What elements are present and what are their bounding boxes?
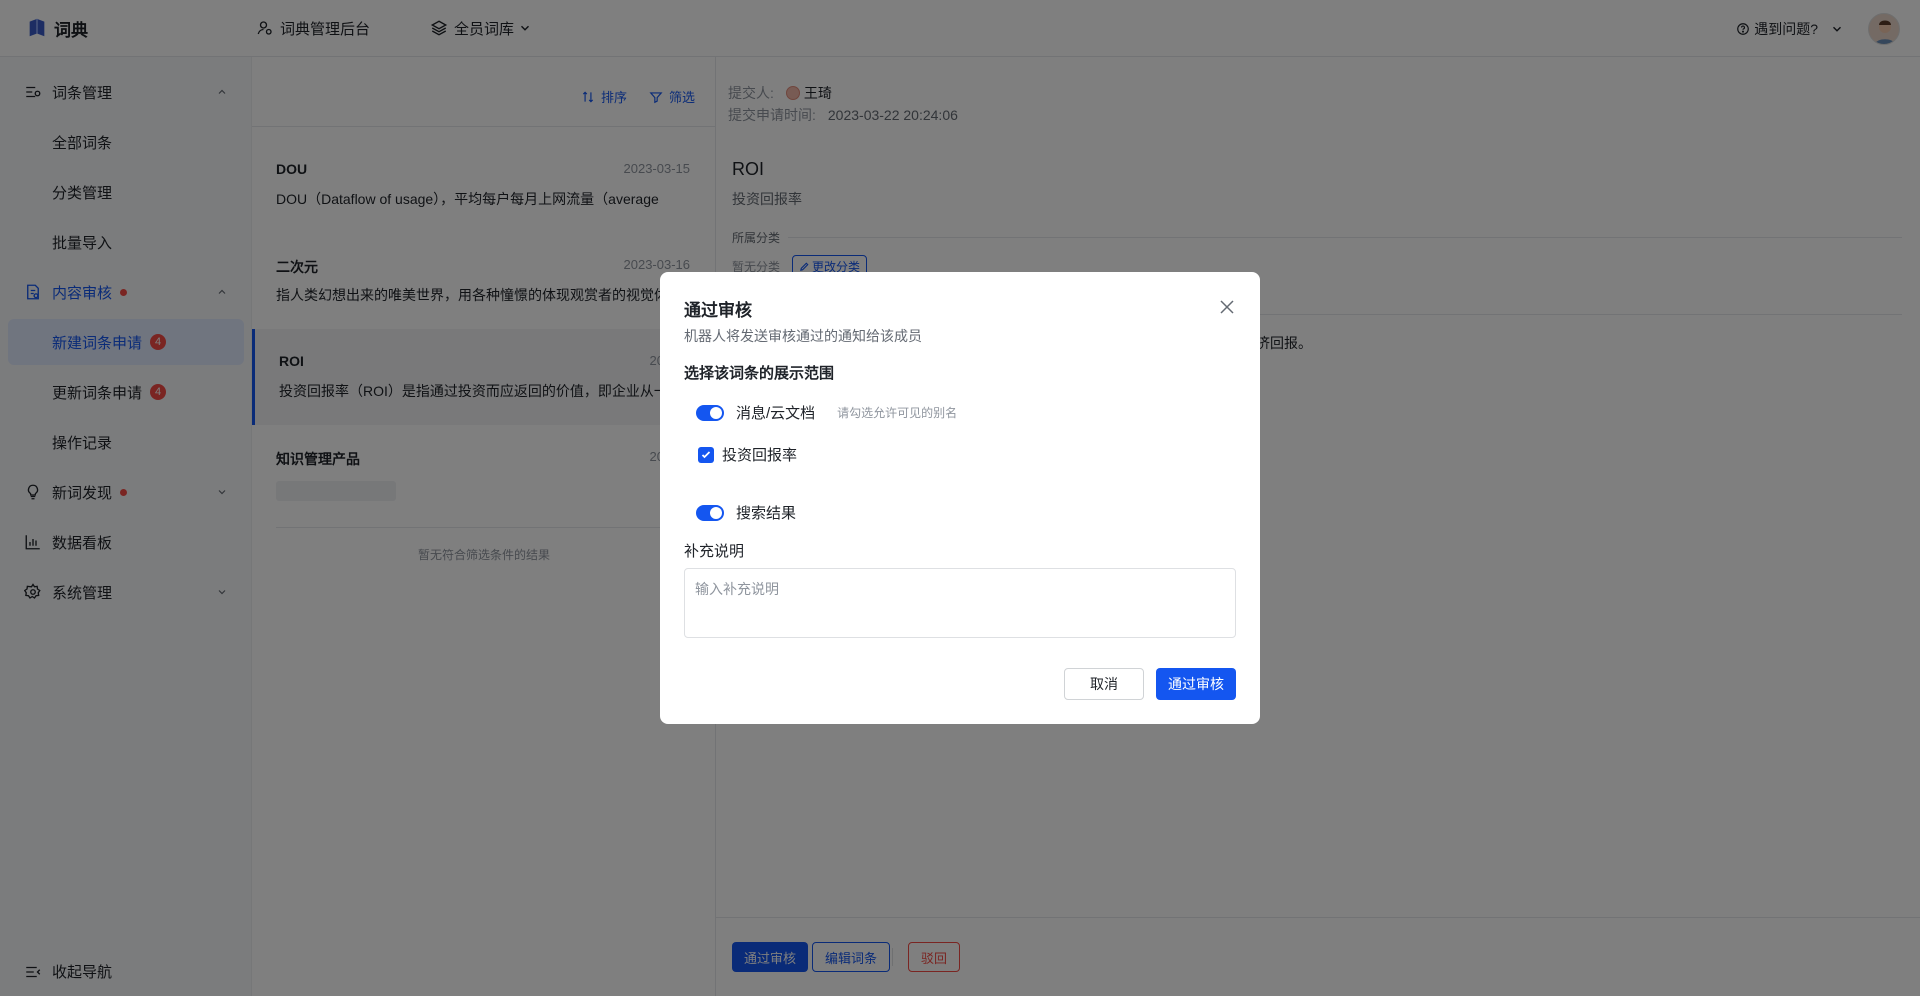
dialog-title: 通过审核 [684,301,752,320]
search-toggle-label: 搜索结果 [736,505,797,522]
confirm-approve-button[interactable]: 通过审核 [1156,668,1236,700]
note-textarea[interactable] [684,568,1236,638]
dialog-subtitle: 机器人将发送审核通过的通知给该成员 [684,328,922,344]
docs-toggle-switch[interactable] [696,404,724,421]
close-icon[interactable] [1218,298,1236,316]
scope-label: 选择该词条的展示范围 [684,365,835,382]
alias-checkbox-label: 投资回报率 [722,447,798,464]
note-label: 补充说明 [684,543,745,560]
alias-checkbox-row[interactable]: 投资回报率 [698,444,797,465]
docs-toggle-row: 消息/云文档 请勾选允许可见的别名 [696,402,957,423]
docs-toggle-hint: 请勾选允许可见的别名 [837,406,958,420]
checkmark-icon [701,450,711,458]
alias-checkbox[interactable] [698,446,714,463]
approve-dialog: 通过审核 机器人将发送审核通过的通知给该成员 选择该词条的展示范围 消息/云文档… [660,272,1260,724]
docs-toggle-label: 消息/云文档 [736,405,816,422]
search-toggle-switch[interactable] [696,504,724,521]
cancel-button[interactable]: 取消 [1064,668,1144,700]
search-toggle-row: 搜索结果 [696,502,796,523]
